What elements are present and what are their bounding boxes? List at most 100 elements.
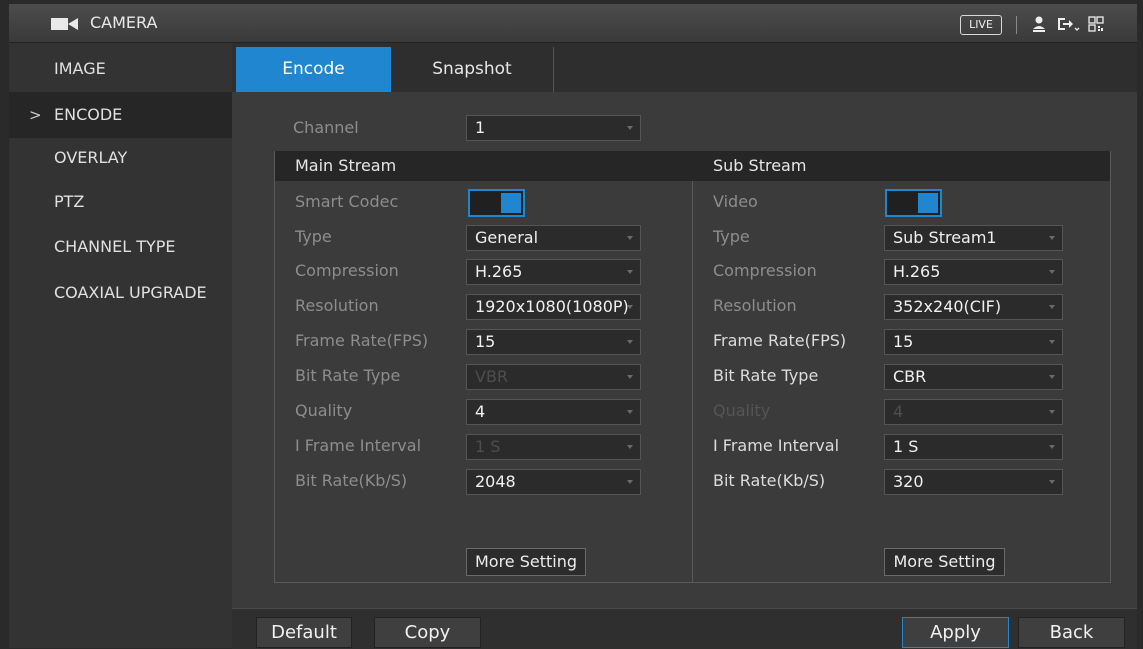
sidebar-item-ptz[interactable]: PTZ <box>9 179 232 225</box>
chevron-down-icon <box>627 445 633 449</box>
channel-label: Channel <box>293 118 359 137</box>
video-label: Video <box>713 192 758 211</box>
sub-bit-rate-type-select[interactable]: CBR <box>884 364 1063 390</box>
sub-type-label: Type <box>713 227 750 246</box>
copy-button[interactable]: Copy <box>374 617 481 648</box>
sub-quality-label: Quality <box>713 401 771 420</box>
sub-compression-value: H.265 <box>893 262 941 281</box>
chevron-down-icon <box>627 126 633 130</box>
main-bit-rate-select[interactable]: 2048 <box>466 469 641 495</box>
main-resolution-value: 1920x1080(1080P) <box>475 297 629 316</box>
chevron-down-icon <box>1049 340 1055 344</box>
main-stream-header: Main Stream <box>275 151 693 181</box>
main-resolution-label: Resolution <box>295 296 379 315</box>
main-quality-select[interactable]: 4 <box>466 399 641 425</box>
stream-divider <box>692 181 693 582</box>
sub-bit-rate-type-value: CBR <box>893 367 927 386</box>
chevron-down-icon <box>1049 270 1055 274</box>
sub-type-select[interactable]: Sub Stream1 <box>884 225 1063 251</box>
sub-quality-value: 4 <box>893 402 904 421</box>
sub-compression-select[interactable]: H.265 <box>884 259 1063 285</box>
chevron-down-icon <box>627 480 633 484</box>
sidebar-item-overlay[interactable]: OVERLAY <box>9 135 232 181</box>
sidebar-item-label: PTZ <box>54 192 85 211</box>
main-frame-rate-value: 15 <box>475 332 496 351</box>
main-quality-value: 4 <box>475 402 486 421</box>
sidebar-item-label: COAXIAL UPGRADE <box>54 283 207 302</box>
sub-iframe-interval-select[interactable]: 1 S <box>884 434 1063 460</box>
sidebar: IMAGE > ENCODE OVERLAY PTZ CHANNEL TYPE … <box>9 43 232 648</box>
main-compression-select[interactable]: H.265 <box>466 259 641 285</box>
sub-resolution-label: Resolution <box>713 296 797 315</box>
chevron-down-icon <box>1049 480 1055 484</box>
main-compression-value: H.265 <box>475 262 523 281</box>
sidebar-item-encode[interactable]: > ENCODE <box>9 92 232 138</box>
back-button[interactable]: Back <box>1018 617 1125 648</box>
main-resolution-select[interactable]: 1920x1080(1080P) <box>466 294 641 320</box>
chevron-down-icon <box>1049 305 1055 309</box>
sub-quality-select: 4 <box>884 399 1063 425</box>
sidebar-item-label: CHANNEL TYPE <box>54 237 176 256</box>
sidebar-item-label: IMAGE <box>54 59 106 78</box>
app-window: CAMERA LIVE IMAGE > ENCODE OVERLAY PTZ C… <box>0 0 1143 649</box>
sub-stream-header: Sub Stream <box>693 151 1110 181</box>
sidebar-item-image[interactable]: IMAGE <box>9 46 232 92</box>
main-bit-rate-value: 2048 <box>475 472 516 491</box>
main-bit-rate-type-label: Bit Rate Type <box>295 366 401 385</box>
chevron-down-icon <box>627 305 633 309</box>
logout-icon[interactable] <box>1056 14 1080 34</box>
apply-button[interactable]: Apply <box>902 617 1009 648</box>
chevron-down-icon <box>1049 445 1055 449</box>
chevron-down-icon <box>627 270 633 274</box>
chevron-down-icon <box>1049 375 1055 379</box>
sub-frame-rate-select[interactable]: 15 <box>884 329 1063 355</box>
main-panel: Encode Snapshot Channel 1 Main Stream Su… <box>232 43 1137 649</box>
sub-frame-rate-label: Frame Rate(FPS) <box>713 331 847 350</box>
live-button[interactable]: LIVE <box>960 15 1002 35</box>
channel-value: 1 <box>475 118 486 137</box>
user-icon[interactable] <box>1032 14 1046 34</box>
main-bit-rate-label: Bit Rate(Kb/S) <box>295 471 408 490</box>
main-bit-rate-type-value: VBR <box>475 367 509 386</box>
tab-snapshot[interactable]: Snapshot <box>391 47 554 92</box>
sub-bit-rate-value: 320 <box>893 472 924 491</box>
sub-bit-rate-type-label: Bit Rate Type <box>713 366 819 385</box>
chevron-down-icon <box>627 410 633 414</box>
tab-bar: Encode Snapshot <box>232 43 1137 92</box>
tab-encode[interactable]: Encode <box>236 47 391 92</box>
main-iframe-interval-label: I Frame Interval <box>295 436 422 455</box>
main-iframe-interval-select: 1 S <box>466 434 641 460</box>
chevron-down-icon <box>627 375 633 379</box>
sub-frame-rate-value: 15 <box>893 332 914 351</box>
sidebar-item-label: OVERLAY <box>54 148 128 167</box>
main-compression-label: Compression <box>295 261 399 280</box>
toggle-knob <box>918 193 938 213</box>
sub-more-setting-button[interactable]: More Setting <box>884 548 1005 576</box>
titlebar-divider <box>1016 16 1017 34</box>
main-iframe-interval-value: 1 S <box>475 437 501 456</box>
video-toggle[interactable] <box>885 189 942 217</box>
sub-bit-rate-select[interactable]: 320 <box>884 469 1063 495</box>
sub-resolution-select[interactable]: 352x240(CIF) <box>884 294 1063 320</box>
sub-resolution-value: 352x240(CIF) <box>893 297 1002 316</box>
main-frame-rate-label: Frame Rate(FPS) <box>295 331 429 350</box>
sub-iframe-interval-label: I Frame Interval <box>713 436 840 455</box>
sidebar-item-coaxial-upgrade[interactable]: COAXIAL UPGRADE <box>9 270 232 316</box>
qr-code-icon[interactable] <box>1088 14 1104 34</box>
main-type-select[interactable]: General <box>466 225 641 251</box>
title-bar: CAMERA LIVE <box>9 4 1137 43</box>
sub-iframe-interval-value: 1 S <box>893 437 919 456</box>
main-more-setting-button[interactable]: More Setting <box>466 548 586 576</box>
camera-icon <box>51 18 78 30</box>
default-button[interactable]: Default <box>256 617 352 648</box>
channel-select[interactable]: 1 <box>466 115 641 141</box>
sub-bit-rate-label: Bit Rate(Kb/S) <box>713 471 826 490</box>
chevron-down-icon <box>627 236 633 240</box>
sub-type-value: Sub Stream1 <box>893 228 997 247</box>
main-type-label: Type <box>295 227 332 246</box>
sub-compression-label: Compression <box>713 261 817 280</box>
sidebar-item-channel-type[interactable]: CHANNEL TYPE <box>9 224 232 270</box>
main-frame-rate-select[interactable]: 15 <box>466 329 641 355</box>
smart-codec-toggle[interactable] <box>468 189 525 217</box>
main-quality-label: Quality <box>295 401 353 420</box>
